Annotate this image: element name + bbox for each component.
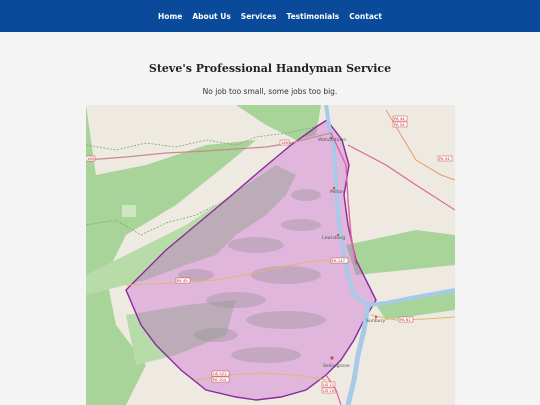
shield-us522: US 522 [213, 371, 227, 376]
shield-i180-east: 180 [281, 140, 289, 145]
shield-pa45: PA 45 [177, 278, 188, 283]
shield-pa61: PA 61 [400, 317, 411, 322]
town-label-watsontown: Watsontown [318, 137, 346, 143]
shield-pa147: PA 147 [332, 258, 346, 263]
page-title: Steve's Professional Handyman Service [148, 62, 392, 75]
shield-i180-west: 180 [87, 156, 95, 161]
clearing [122, 205, 136, 217]
town-label-milton: Milton [330, 189, 344, 195]
town-label-selinsgrove: Selinsgrove [323, 363, 350, 369]
nav-home-link[interactable]: Home [158, 10, 182, 23]
map-canvas: Watsontown Milton Lewisburg Sunbury Seli… [86, 105, 455, 405]
shield-pa104: PA 104 [213, 377, 227, 382]
shield-pa44: PA 44 [394, 116, 405, 121]
shield-pa54-a: PA 54 [394, 122, 405, 127]
shield-pa54-b: PA 54 [439, 156, 450, 161]
nav-about-us-link[interactable]: About Us [192, 10, 230, 23]
shield-us11: US 11 [323, 382, 335, 387]
top-navigation: Home About Us Services Testimonials Cont… [0, 0, 540, 32]
town-label-sunbury: Sunbury [366, 318, 385, 324]
nav-contact-link[interactable]: Contact [349, 10, 382, 23]
town-label-lewisburg: Lewisburg [322, 235, 345, 241]
nav-testimonials-link[interactable]: Testimonials [286, 10, 339, 23]
shield-us15: US 15 [323, 388, 335, 393]
service-area-map[interactable]: Watsontown Milton Lewisburg Sunbury Seli… [86, 105, 455, 405]
page-tagline: No job too small, some jobs too big. [202, 87, 338, 96]
nav-services-link[interactable]: Services [241, 10, 277, 23]
